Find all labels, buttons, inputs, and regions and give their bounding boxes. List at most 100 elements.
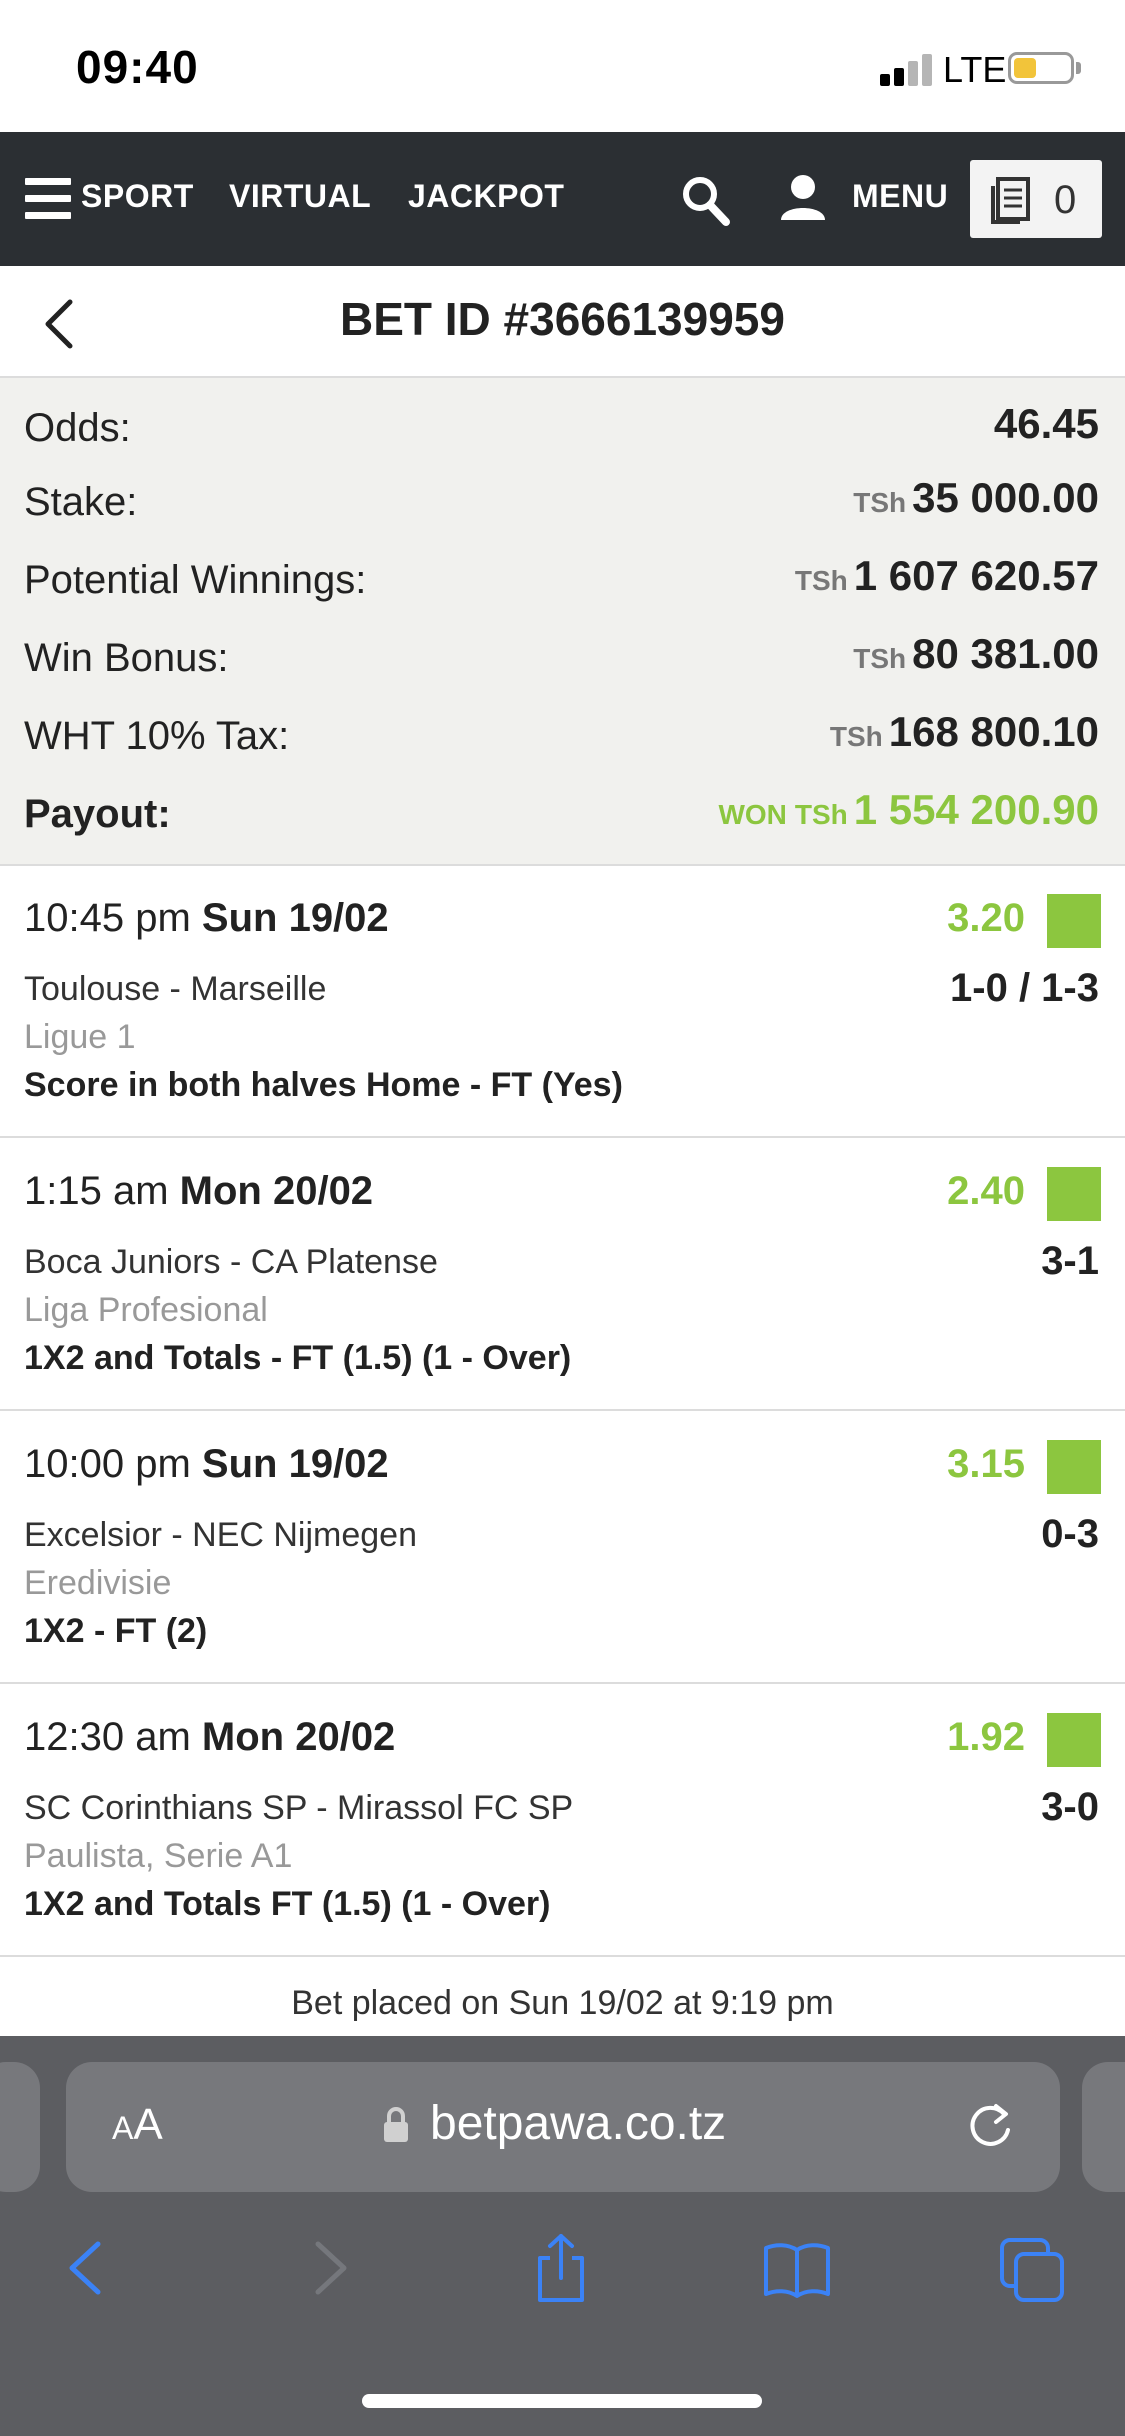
won-badge: WON xyxy=(718,799,787,830)
forward-icon[interactable] xyxy=(294,2232,364,2304)
text-size-button[interactable]: AA xyxy=(112,2100,163,2150)
stake-label: Stake: xyxy=(24,480,138,524)
tabs-icon[interactable] xyxy=(998,2232,1068,2304)
bet-summary: Odds: 46.45 Stake: TSh 35 000.00 Potentia… xyxy=(0,378,1125,866)
match-league: Ligue 1 xyxy=(24,1018,136,1056)
betslip-button[interactable]: 0 xyxy=(970,160,1102,238)
browser-chrome: AA betpawa.co.tz xyxy=(0,2036,1125,2436)
betslip-icon xyxy=(991,177,1030,224)
match-time: 10:00 pm xyxy=(24,1442,191,1486)
nav-sport[interactable]: SPORT xyxy=(81,178,194,215)
page-title: BET ID #3666139959 xyxy=(340,293,785,345)
odds-value: 46.45 xyxy=(994,400,1099,448)
summary-tax: WHT 10% Tax: TSh 168 800.10 xyxy=(0,704,1125,764)
tax-value: TSh 168 800.10 xyxy=(830,708,1099,756)
won-status-indicator xyxy=(1047,1440,1101,1494)
bonus-amount: 80 381.00 xyxy=(912,630,1099,677)
match-teams: Excelsior - NEC Nijmegen xyxy=(24,1516,417,1554)
match-date: Sun 19/02 xyxy=(201,896,389,940)
status-bar: 09:40 LTE xyxy=(0,0,1125,132)
hamburger-icon[interactable] xyxy=(25,174,71,222)
nav-jackpot[interactable]: JACKPOT xyxy=(408,178,564,215)
tax-amount: 168 800.10 xyxy=(888,708,1099,755)
currency-label: TSh xyxy=(829,721,883,752)
page-header: BET ID #3666139959 xyxy=(0,266,1125,378)
won-status-indicator xyxy=(1047,1713,1101,1767)
match-teams: SC Corinthians SP - Mirassol FC SP xyxy=(24,1789,574,1827)
nav-virtual[interactable]: VIRTUAL xyxy=(229,178,371,215)
share-icon[interactable] xyxy=(526,2232,596,2304)
text-size-big: A xyxy=(133,2100,163,2149)
bet-market: Score in both halves Home - FT (Yes) xyxy=(24,1066,623,1104)
potential-amount: 1 607 620.57 xyxy=(853,552,1099,599)
match-date: Mon 20/02 xyxy=(179,1169,374,1213)
next-tab-peek[interactable] xyxy=(1082,2062,1125,2192)
battery-tip xyxy=(1076,62,1081,74)
betslip-count: 0 xyxy=(1054,178,1077,222)
search-icon[interactable] xyxy=(680,174,732,228)
bonus-label: Win Bonus: xyxy=(24,636,229,680)
odds-label: Odds: xyxy=(24,406,131,450)
match-time: 12:30 am xyxy=(24,1715,191,1759)
bet-placed-info: Bet placed on Sun 19/02 at 9:19 pm xyxy=(291,1984,834,2022)
match-league: Liga Profesional xyxy=(24,1291,268,1329)
selection-odds: 1.92 xyxy=(947,1715,1025,1759)
currency-label: TSh xyxy=(794,565,848,596)
status-time: 09:40 xyxy=(76,41,199,93)
currency-label: TSh xyxy=(794,799,848,830)
bet-market: 1X2 - FT (2) xyxy=(24,1612,208,1650)
bet-selection[interactable]: 10:00 pm Sun 19/02 3.15 Excelsior - NEC … xyxy=(0,1412,1125,1684)
match-score: 1-0 / 1-3 xyxy=(950,966,1099,1010)
match-datetime: 1:15 am Mon 20/02 xyxy=(24,1169,373,1214)
summary-payout: Payout: WON TSh 1 554 200.90 xyxy=(0,782,1125,842)
summary-odds: Odds: 46.45 xyxy=(0,396,1125,456)
bet-market: 1X2 and Totals FT (1.5) (1 - Over) xyxy=(24,1885,551,1923)
bet-selection[interactable]: 1:15 am Mon 20/02 2.40 Boca Juniors - CA… xyxy=(0,1139,1125,1411)
match-time: 10:45 pm xyxy=(24,896,191,940)
bet-selection[interactable]: 10:45 pm Sun 19/02 3.20 Toulouse - Marse… xyxy=(0,866,1125,1138)
match-league: Paulista, Serie A1 xyxy=(24,1837,293,1875)
top-nav: SPORT VIRTUAL JACKPOT MENU 0 xyxy=(0,132,1125,266)
currency-label: TSh xyxy=(853,643,907,674)
bookmarks-icon[interactable] xyxy=(762,2232,832,2304)
url-text: betpawa.co.tz xyxy=(430,2097,727,2150)
battery-icon xyxy=(1008,52,1074,84)
potential-label: Potential Winnings: xyxy=(24,558,367,602)
stake-amount: 35 000.00 xyxy=(912,474,1099,521)
payout-amount: 1 554 200.90 xyxy=(853,786,1099,833)
match-score: 3-1 xyxy=(1041,1239,1099,1283)
user-icon[interactable] xyxy=(778,172,828,222)
match-date: Mon 20/02 xyxy=(201,1715,396,1759)
won-status-indicator xyxy=(1047,1167,1101,1221)
match-date: Sun 19/02 xyxy=(201,1442,389,1486)
payout-value: WON TSh 1 554 200.90 xyxy=(718,786,1099,834)
home-indicator[interactable] xyxy=(362,2394,762,2408)
previous-tab-peek[interactable] xyxy=(0,2062,40,2192)
tax-label: WHT 10% Tax: xyxy=(24,714,290,758)
lock-icon xyxy=(384,2107,408,2142)
network-type: LTE xyxy=(943,49,1007,90)
selection-odds: 3.20 xyxy=(947,896,1025,940)
match-teams: Boca Juniors - CA Platense xyxy=(24,1243,438,1281)
signal-icon xyxy=(880,52,936,86)
bet-market: 1X2 and Totals - FT (1.5) (1 - Over) xyxy=(24,1339,572,1377)
nav-menu[interactable]: MENU xyxy=(852,178,948,215)
summary-bonus: Win Bonus: TSh 80 381.00 xyxy=(0,626,1125,686)
match-time: 1:15 am xyxy=(24,1169,169,1213)
match-datetime: 12:30 am Mon 20/02 xyxy=(24,1715,395,1760)
match-score: 3-0 xyxy=(1041,1785,1099,1829)
summary-potential: Potential Winnings: TSh 1 607 620.57 xyxy=(0,548,1125,608)
match-score: 0-3 xyxy=(1041,1512,1099,1556)
won-status-indicator xyxy=(1047,894,1101,948)
match-teams: Toulouse - Marseille xyxy=(24,970,327,1008)
potential-value: TSh 1 607 620.57 xyxy=(795,552,1099,600)
selection-odds: 2.40 xyxy=(947,1169,1025,1213)
summary-stake: Stake: TSh 35 000.00 xyxy=(0,470,1125,530)
bet-selection[interactable]: 12:30 am Mon 20/02 1.92 SC Corinthians S… xyxy=(0,1685,1125,1957)
address-bar[interactable]: AA betpawa.co.tz xyxy=(66,2062,1060,2192)
match-datetime: 10:45 pm Sun 19/02 xyxy=(24,896,389,941)
reload-icon[interactable] xyxy=(964,2100,1016,2152)
payout-label: Payout: xyxy=(24,792,171,836)
selection-odds: 3.15 xyxy=(947,1442,1025,1486)
back-icon[interactable] xyxy=(52,2232,122,2304)
